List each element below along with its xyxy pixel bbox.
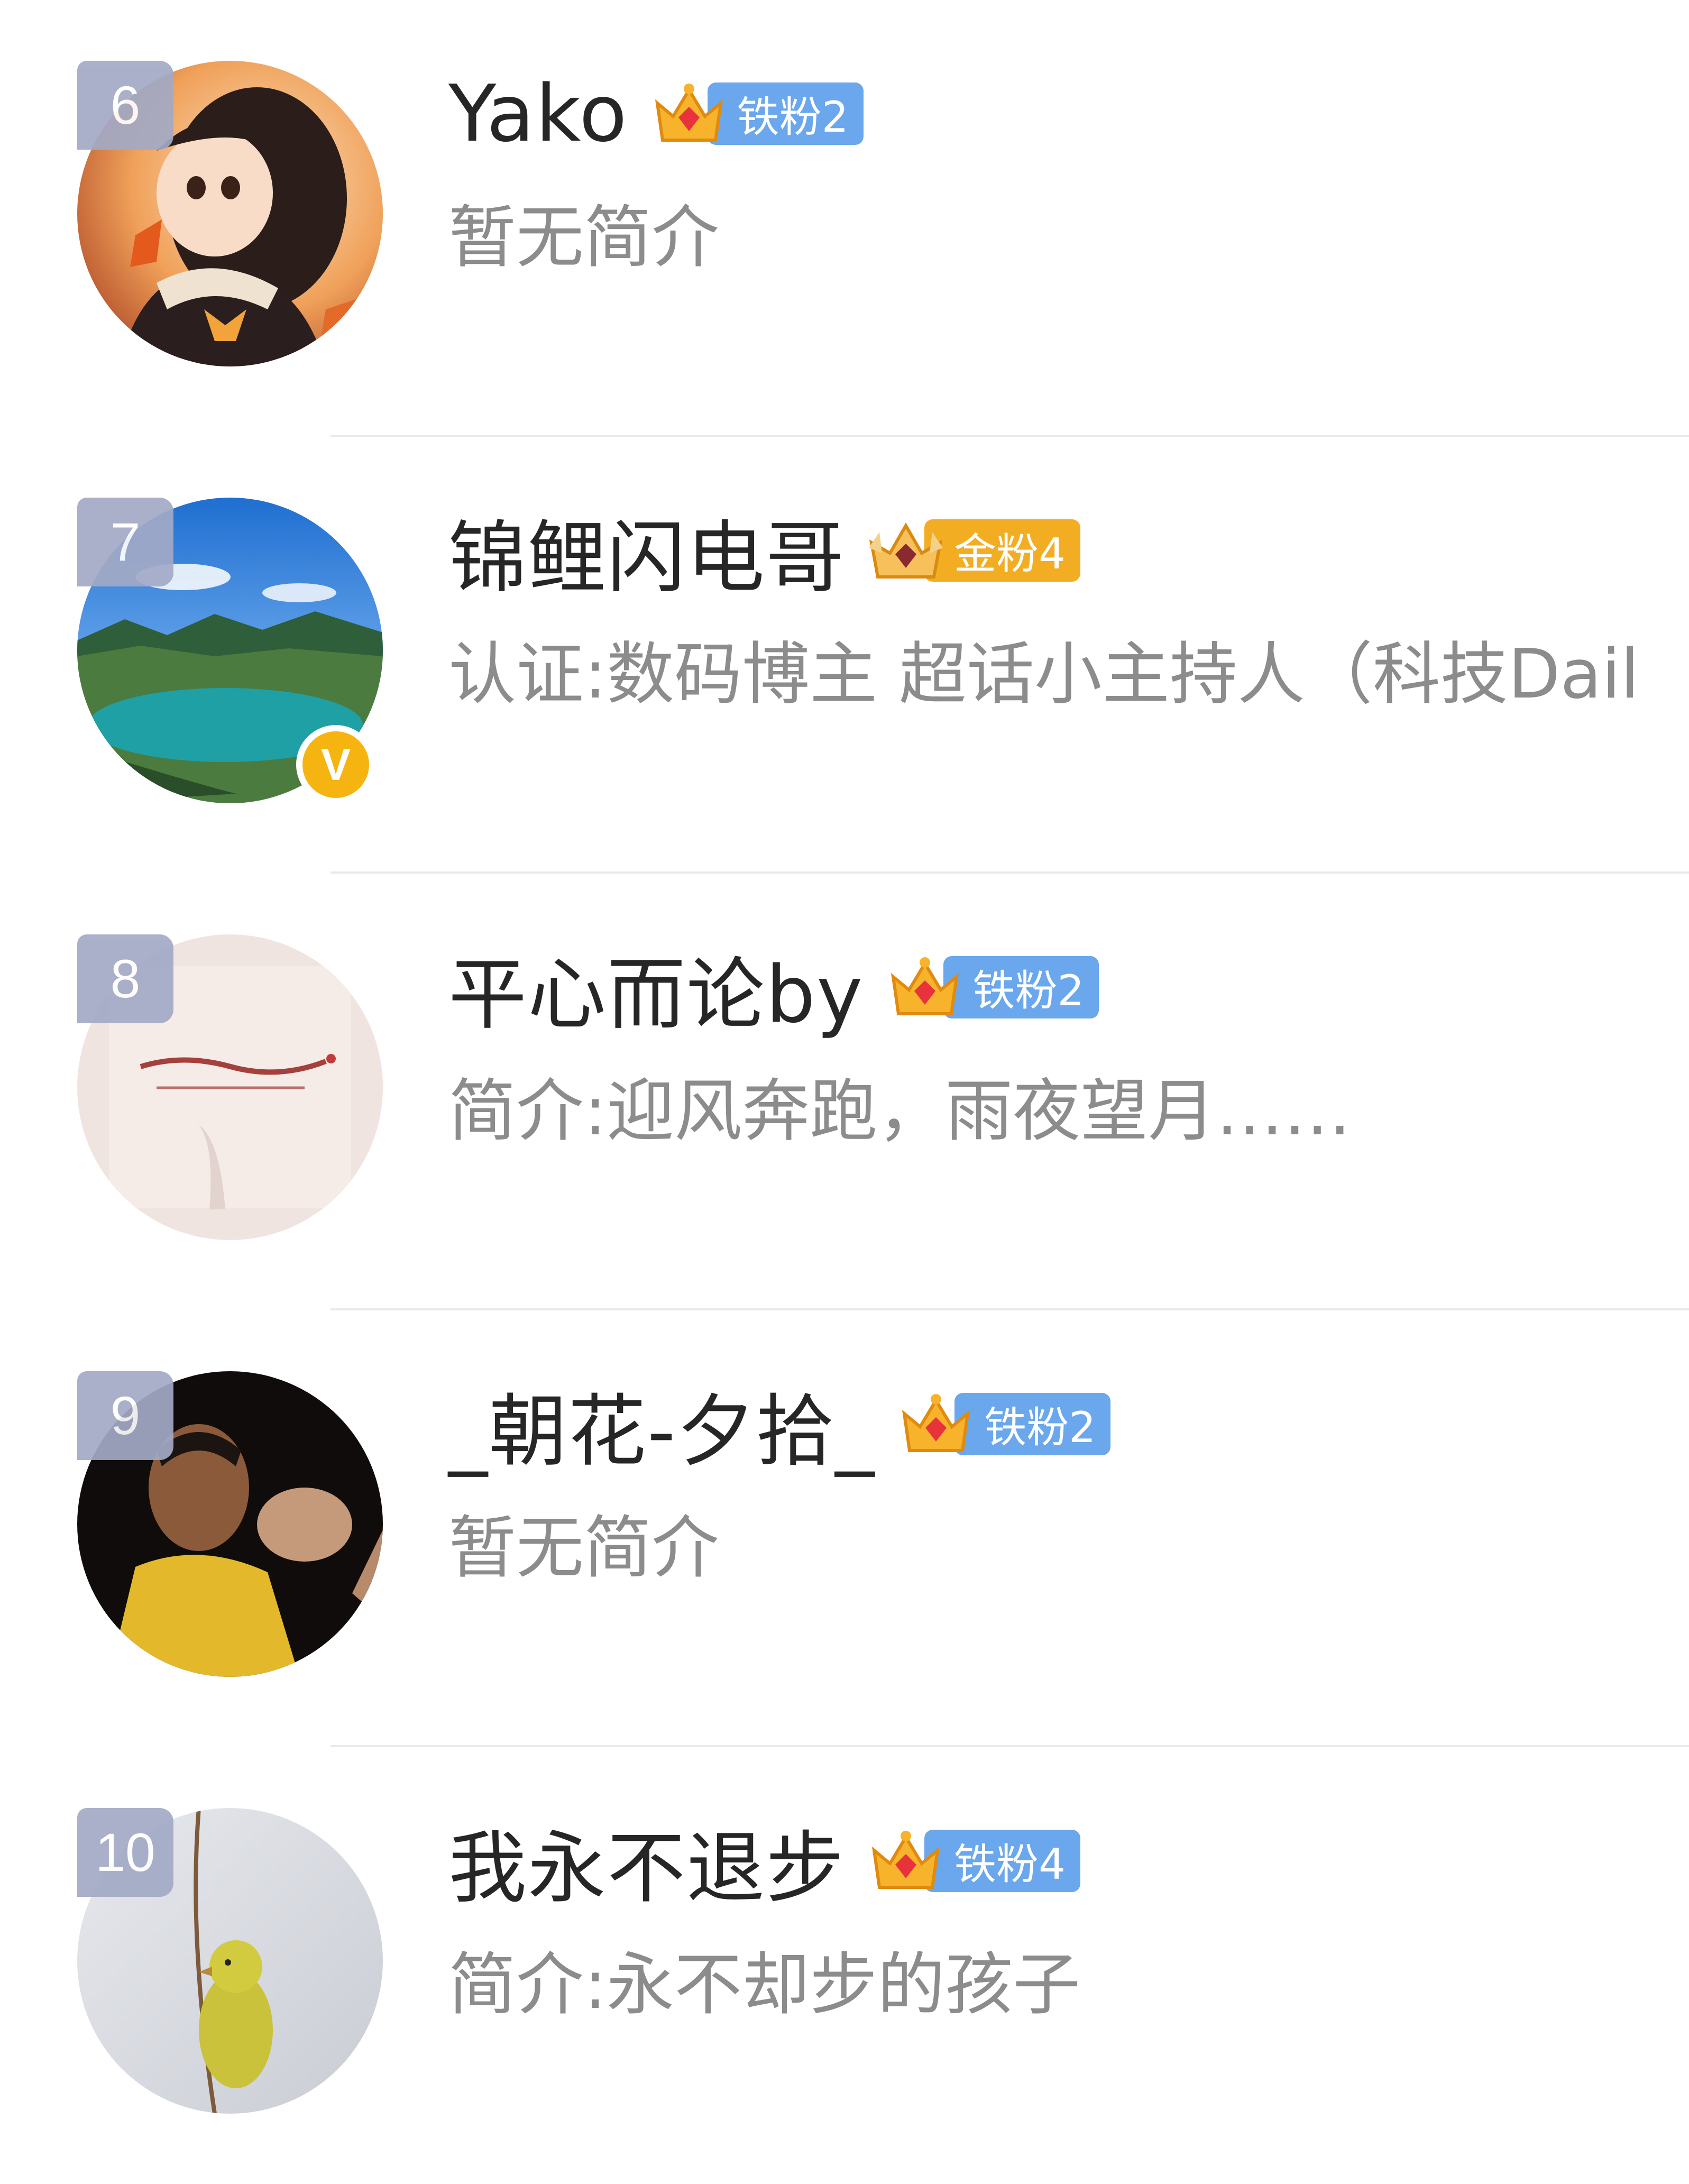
user-name-line: 平心而论by 铁粉2 (448, 942, 1099, 1040)
user-description: 认证:数码博主 超话小主持人（科技Dail… (448, 635, 1644, 714)
fan-level-badge[interactable]: 铁粉2 (885, 953, 1099, 1022)
list-item[interactable]: 7 V 锦鲤闪电哥 金粉4 认证:数码博主 超话小主持人（科技Dail… (0, 437, 1689, 874)
fan-level-badge[interactable]: 铁粉2 (649, 79, 864, 148)
crown-icon (902, 1394, 970, 1452)
fan-level-label: 铁粉2 (954, 1393, 1111, 1455)
user-description: 简介:永不却步的孩子 (448, 1946, 1081, 2024)
user-name[interactable]: Yako (448, 68, 628, 159)
user-name[interactable]: _朝花-夕拾_ (448, 1368, 875, 1481)
fan-level-label: 铁粉4 (924, 1830, 1080, 1892)
fan-ranking-list: 6 Yako 铁粉2 暂无简介 7 V 锦鲤闪电哥 金粉4 认证:数码博主 超话… (0, 0, 1689, 2166)
fan-level-label: 铁粉2 (943, 956, 1099, 1018)
user-name[interactable]: 锦鲤闪电哥 (448, 494, 845, 608)
fan-level-badge[interactable]: 金粉4 (866, 516, 1080, 585)
verified-icon: V (296, 725, 375, 804)
fan-level-label: 铁粉2 (707, 82, 864, 145)
user-description: 简介:迎风奔跑，雨夜望月…… (448, 1072, 1352, 1151)
user-name-line: 锦鲤闪电哥 金粉4 (448, 506, 1080, 603)
user-name-line: 我永不退步 铁粉4 (448, 1816, 1080, 1914)
fan-level-badge[interactable]: 铁粉4 (866, 1827, 1080, 1895)
rank-badge: 6 (77, 61, 173, 150)
crown-icon (891, 957, 959, 1015)
list-item[interactable]: 10 我永不退步 铁粉4 简介:永不却步的孩子 (0, 1747, 1689, 2184)
crown-icon (871, 1831, 940, 1889)
crown-icon (655, 84, 723, 142)
user-name-line: _朝花-夕拾_ 铁粉2 (448, 1379, 1111, 1477)
user-name-line: Yako 铁粉2 (448, 68, 864, 159)
crown-icon (869, 522, 943, 579)
rank-badge: 7 (77, 498, 173, 586)
rank-badge: 8 (77, 934, 173, 1023)
user-name[interactable]: 平心而论by (448, 931, 864, 1044)
user-name[interactable]: 我永不退步 (448, 1804, 845, 1918)
user-description: 暂无简介 (448, 1509, 720, 1587)
list-item[interactable]: 9 _朝花-夕拾_ 铁粉2 暂无简介 (0, 1310, 1689, 1747)
user-description: 暂无简介 (448, 198, 720, 277)
fan-level-badge[interactable]: 铁粉2 (896, 1390, 1111, 1458)
list-item[interactable]: 6 Yako 铁粉2 暂无简介 (0, 0, 1689, 437)
list-item[interactable]: 8 平心而论by 铁粉2 简介:迎风奔跑，雨夜望月…… (0, 874, 1689, 1310)
rank-badge: 9 (77, 1371, 173, 1460)
rank-badge: 10 (77, 1808, 173, 1897)
fan-level-label: 金粉4 (924, 519, 1080, 582)
